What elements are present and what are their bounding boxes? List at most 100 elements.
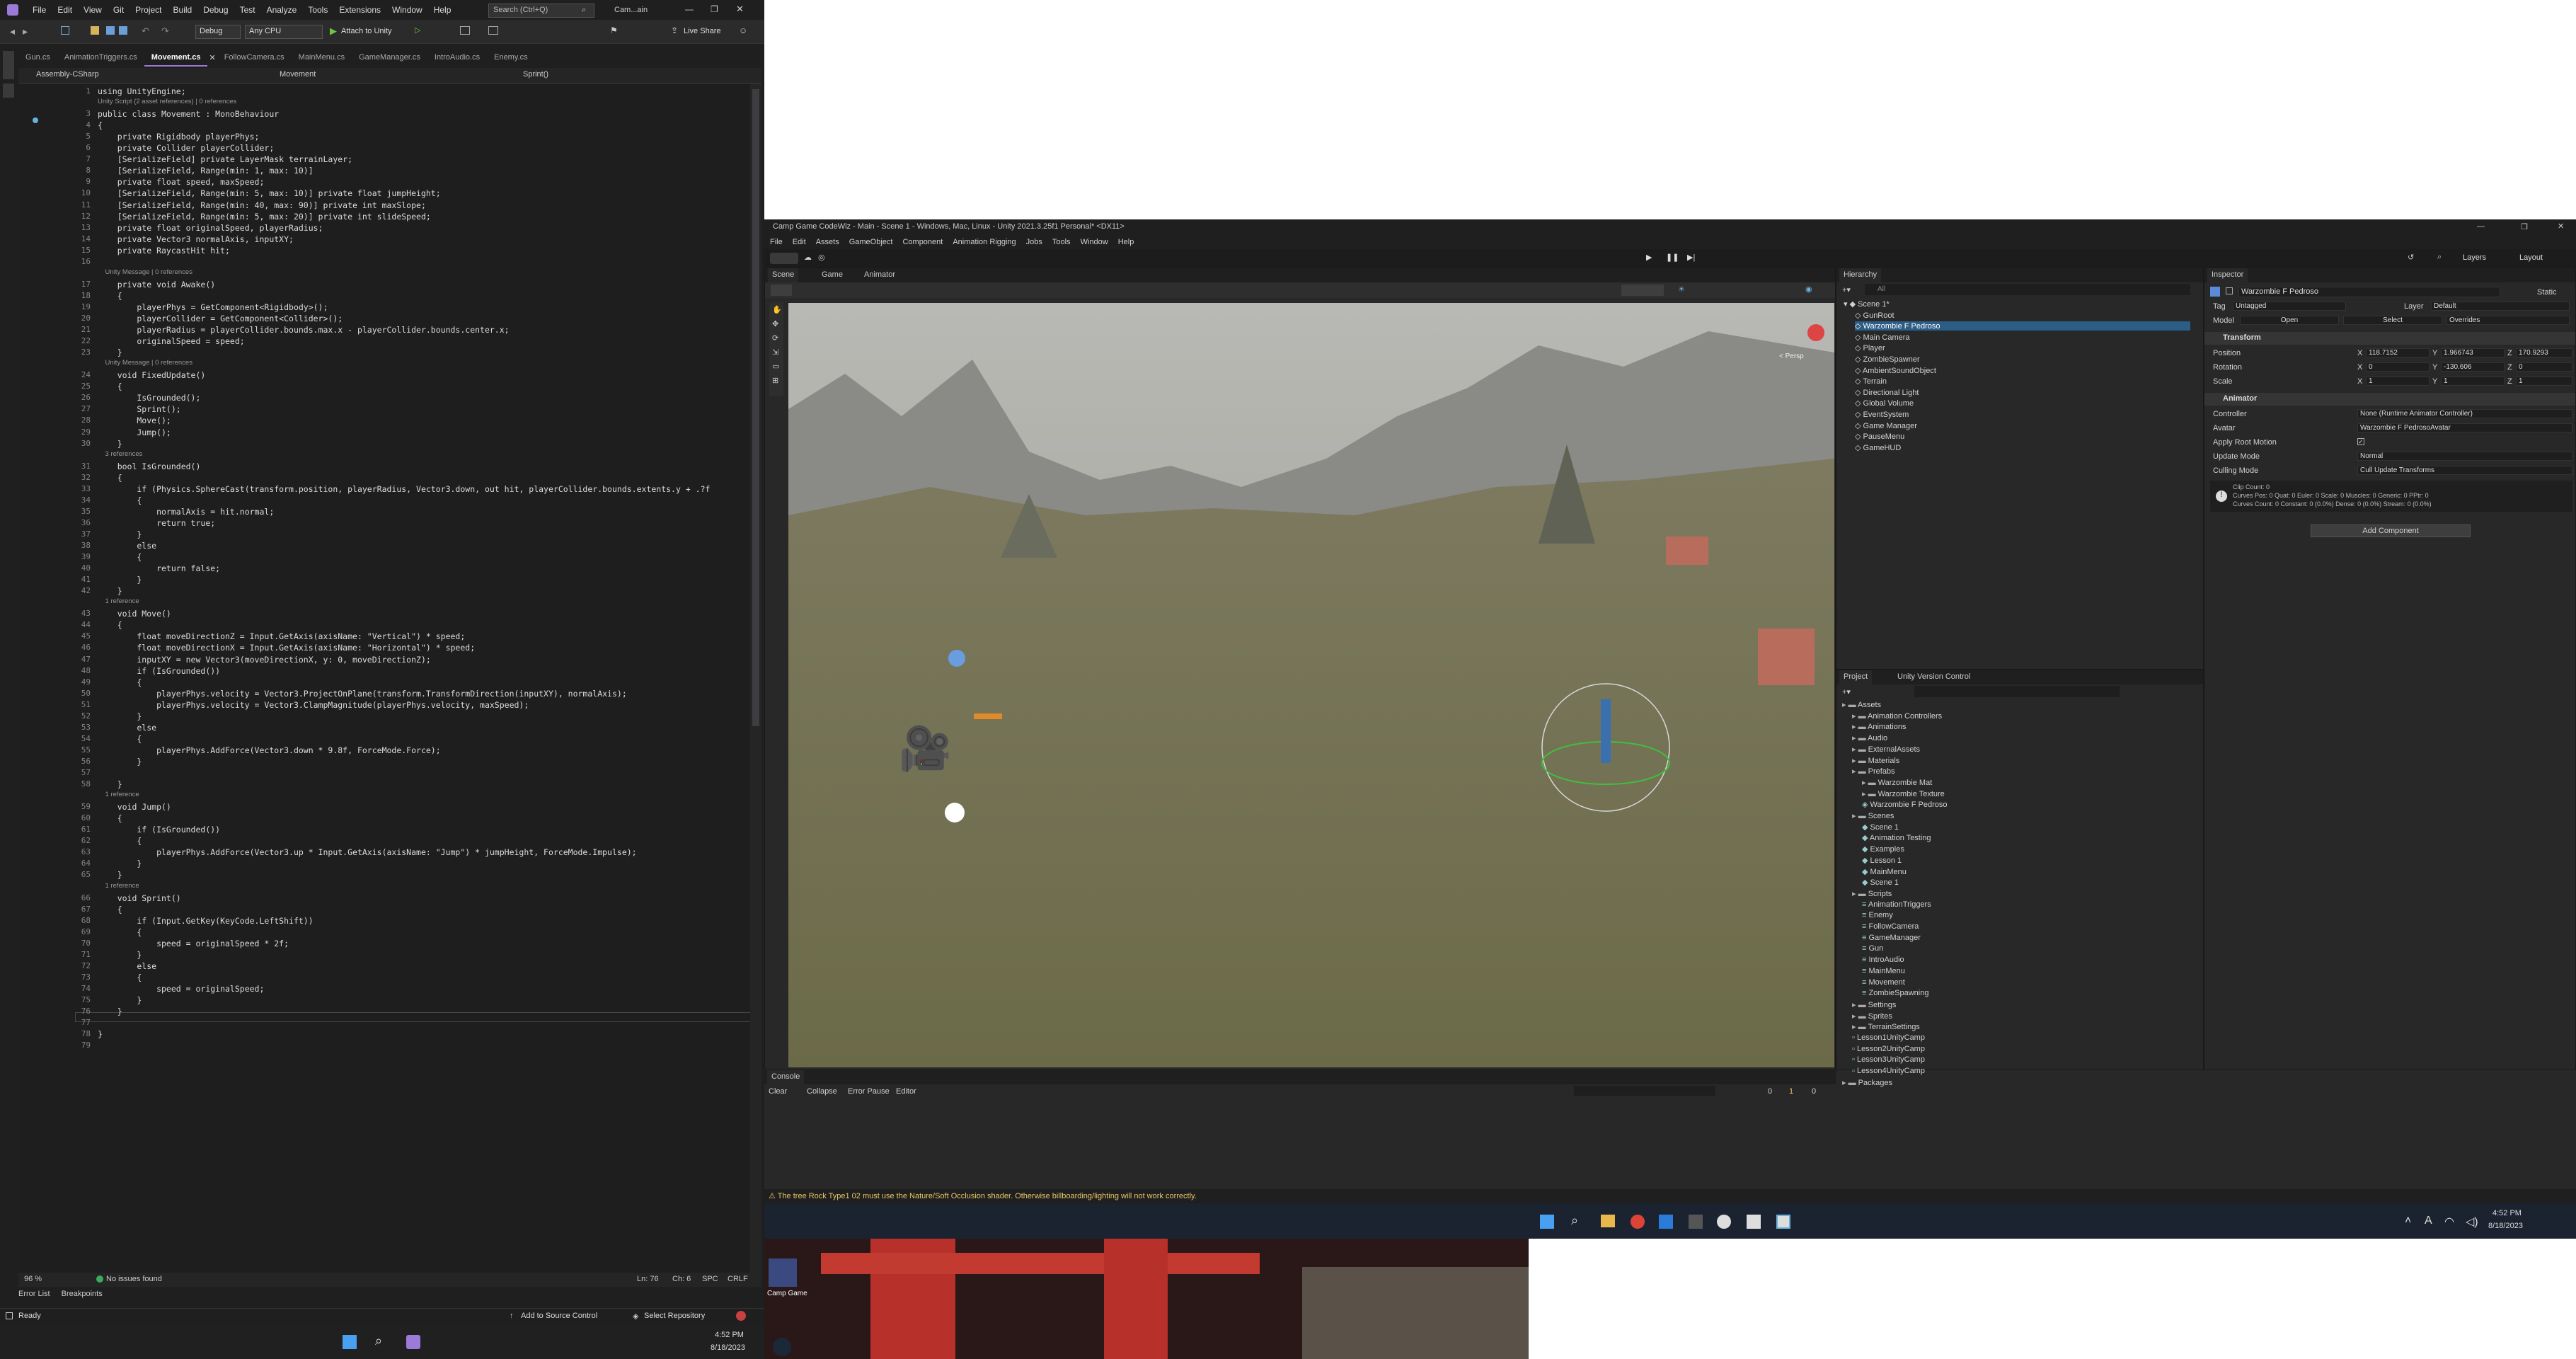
codelens-annotation[interactable]: Unity Message | 0 references xyxy=(98,359,192,367)
vs-menu-file[interactable]: File xyxy=(33,5,46,15)
move-tool-icon[interactable]: ✥ xyxy=(772,319,778,328)
vs-menu-git[interactable]: Git xyxy=(113,5,124,15)
project-item[interactable]: ▸ ▬ Animation Controllers xyxy=(1852,711,1942,721)
unity-menu-jobs[interactable]: Jobs xyxy=(1026,238,1042,246)
tab-animator[interactable]: Animator xyxy=(860,268,899,282)
persp-label[interactable]: < Persp xyxy=(1779,352,1804,360)
project-dropdown[interactable]: Assembly-CSharp xyxy=(33,69,273,81)
gizmos-icon[interactable]: ◉ xyxy=(1805,285,1812,294)
unity-menu-help[interactable]: Help xyxy=(1118,238,1134,246)
unity-minimize-icon[interactable]: — xyxy=(2477,222,2485,231)
new-project-icon[interactable] xyxy=(61,26,69,35)
save-all-icon[interactable] xyxy=(119,26,127,35)
tab-follow-camera[interactable]: FollowCamera.cs xyxy=(217,51,292,67)
project-item[interactable]: ▸ ▬ Prefabs xyxy=(1852,767,1895,776)
hierarchy-item[interactable]: ▾ ◆ Scene 1* xyxy=(1844,299,1890,309)
project-item[interactable]: ≡ Enemy xyxy=(1862,911,1893,919)
transform-tool-icon[interactable]: ⊞ xyxy=(772,376,778,385)
tab-movement[interactable]: Movement.cs xyxy=(144,51,208,67)
tab-game-manager[interactable]: GameManager.cs xyxy=(352,51,427,67)
layout-dropdown[interactable]: Layout xyxy=(2519,253,2543,262)
vs-menu-project[interactable]: Project xyxy=(135,5,161,15)
forward-icon[interactable]: ▸ xyxy=(23,25,28,38)
member-dropdown[interactable]: Sprint() xyxy=(519,69,753,81)
update-mode-dropdown[interactable]: Normal xyxy=(2357,452,2572,461)
project-item[interactable]: ≡ FollowCamera xyxy=(1862,922,1919,931)
taskbar-vs-icon[interactable] xyxy=(406,1335,420,1349)
scene-gizmo-icon[interactable] xyxy=(1807,324,1824,341)
tab-scene[interactable]: Scene xyxy=(768,268,799,282)
project-item[interactable]: ≡ AnimationTriggers xyxy=(1862,900,1931,909)
undo-icon[interactable]: ↶ xyxy=(142,25,149,37)
hierarchy-item[interactable]: ◇ Warzombie F Pedroso xyxy=(1855,321,2190,331)
static-toggle[interactable]: Static xyxy=(2537,288,2557,297)
root-motion-checkbox[interactable]: ✓ xyxy=(2357,438,2364,445)
issues-status[interactable]: No issues found xyxy=(106,1275,162,1283)
windows-start-icon[interactable] xyxy=(343,1335,357,1349)
platform-select[interactable]: Any CPU xyxy=(245,25,323,39)
hierarchy-add-icon[interactable]: +▾ xyxy=(1842,285,1851,294)
project-item[interactable]: ▫ Lesson1UnityCamp xyxy=(1852,1033,1925,1042)
object-name-field[interactable]: Warzombie F Pedroso xyxy=(2238,287,2500,297)
project-item[interactable]: ▸ ▬ Scenes xyxy=(1852,811,1894,820)
project-item[interactable]: ◆ MainMenu xyxy=(1862,867,1907,876)
unity-menu-tools[interactable]: Tools xyxy=(1052,238,1071,246)
hierarchy-item[interactable]: ◇ GunRoot xyxy=(1855,311,1894,320)
tab-animation-triggers[interactable]: AnimationTriggers.cs xyxy=(57,51,144,67)
position-z-field[interactable]: 170.9293 xyxy=(2516,348,2572,357)
scrollbar-thumb[interactable] xyxy=(752,89,759,726)
project-item[interactable]: ◆ Examples xyxy=(1862,844,1904,854)
vs-menu-analyze[interactable]: Analyze xyxy=(267,5,297,15)
position-y-field[interactable]: 1.966743 xyxy=(2441,348,2505,357)
open-button[interactable]: Open xyxy=(2240,316,2339,325)
bookmark-icon[interactable]: ⚑ xyxy=(610,25,618,35)
tab-intro-audio[interactable]: IntroAudio.cs xyxy=(427,51,487,67)
console-collapse[interactable]: Collapse xyxy=(807,1087,837,1096)
vs-menu-view[interactable]: View xyxy=(84,5,102,15)
steam-icon[interactable] xyxy=(773,1338,791,1356)
camp-game-label[interactable]: Camp Game xyxy=(767,1290,807,1297)
scale-y-field[interactable]: 1 xyxy=(2441,377,2505,386)
zoom-level[interactable]: 96 % xyxy=(24,1275,42,1283)
hierarchy-item[interactable]: ◇ Main Camera xyxy=(1855,333,1910,342)
codelens-annotation[interactable]: Unity Script (2 asset references) | 0 re… xyxy=(98,98,236,105)
minimize-icon[interactable]: — xyxy=(685,4,694,14)
hierarchy-title[interactable]: Hierarchy xyxy=(1839,268,1882,282)
unity-menu-window[interactable]: Window xyxy=(1081,238,1108,246)
rotate-tool-icon[interactable]: ⟳ xyxy=(772,333,778,343)
project-item[interactable]: ▫ Lesson4UnityCamp xyxy=(1852,1067,1925,1075)
start-without-debug-icon[interactable]: ▷ xyxy=(415,25,420,35)
project-item[interactable]: ▸ ▬ ExternalAssets xyxy=(1852,745,1920,754)
keyboard-layout-icon[interactable]: A xyxy=(2425,1215,2432,1227)
add-to-source-control[interactable]: Add to Source Control xyxy=(521,1312,597,1320)
start-icon[interactable] xyxy=(1540,1215,1554,1229)
layers-dropdown[interactable]: Layers xyxy=(2463,253,2486,262)
avatar-field[interactable]: Warzombie F PedrosoAvatar xyxy=(2357,423,2572,432)
project-item[interactable]: ≡ GameManager xyxy=(1862,934,1921,942)
vscode-taskbar-icon[interactable] xyxy=(1659,1215,1673,1229)
vs-menu-edit[interactable]: Edit xyxy=(57,5,72,15)
project-item[interactable]: ▸ ▬ Warzombie Mat xyxy=(1862,778,1932,787)
toolbar-icon-b[interactable] xyxy=(488,26,498,35)
search-taskbar-icon[interactable]: ⌕ xyxy=(1571,1213,1578,1228)
close-icon[interactable]: ✕ xyxy=(736,4,744,15)
unity-menu-edit[interactable]: Edit xyxy=(793,238,806,246)
rotation-y-field[interactable]: -130.606 xyxy=(2441,362,2505,372)
config-select[interactable]: Debug xyxy=(195,25,241,39)
active-app-icon[interactable] xyxy=(1776,1215,1790,1229)
unity-taskbar-icon[interactable] xyxy=(1747,1215,1761,1229)
error-list-tab[interactable]: Error List xyxy=(18,1290,50,1298)
project-add-icon[interactable]: +▾ xyxy=(1842,687,1851,696)
hierarchy-item[interactable]: ◇ Game Manager xyxy=(1855,421,1917,430)
rotation-x-field[interactable]: 0 xyxy=(2366,362,2430,372)
project-item[interactable]: ≡ Gun xyxy=(1862,944,1883,953)
scale-z-field[interactable]: 1 xyxy=(2516,377,2572,386)
console-title[interactable]: Console xyxy=(767,1070,805,1084)
project-item[interactable]: ◆ Animation Testing xyxy=(1862,833,1931,842)
vs-menu-debug[interactable]: Debug xyxy=(203,5,228,15)
project-item[interactable]: ≡ MainMenu xyxy=(1862,967,1905,975)
console-info-count[interactable]: 0 xyxy=(1768,1087,1772,1096)
vs-vertical-scrollbar[interactable] xyxy=(750,84,761,1273)
tab-project[interactable]: Project xyxy=(1839,670,1873,684)
overrides-dropdown[interactable]: Overrides xyxy=(2446,316,2570,325)
